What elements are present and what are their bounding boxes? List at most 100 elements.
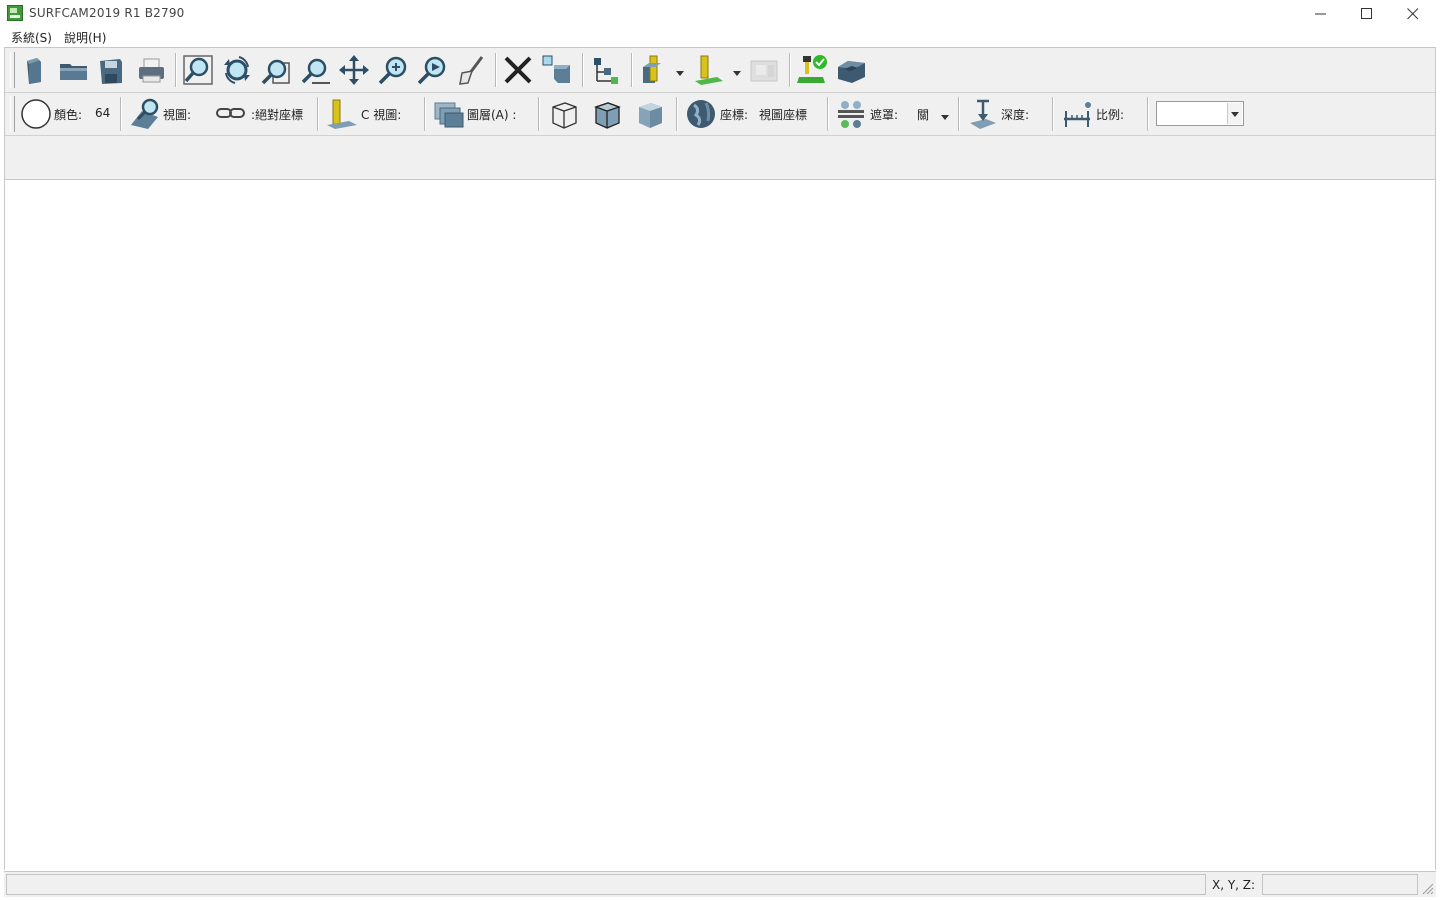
chain-link-icon[interactable]: [216, 106, 248, 120]
chevron-down-icon[interactable]: [675, 66, 685, 76]
tree-button[interactable]: [589, 53, 623, 87]
print-button[interactable]: [134, 53, 168, 87]
zoom-window-button[interactable]: [259, 53, 293, 87]
close-icon: [1407, 8, 1419, 20]
zoom-in-icon: [378, 56, 407, 85]
maximize-button[interactable]: [1344, 0, 1390, 27]
minimize-icon: [1315, 13, 1326, 15]
move-object-button[interactable]: [540, 53, 574, 87]
layer-label: 圖層(A) :: [467, 108, 517, 122]
view-label: 視圖:: [163, 108, 192, 122]
simulate-button[interactable]: [834, 53, 868, 87]
chevron-down-icon[interactable]: [940, 110, 950, 120]
toolbar-separator: [827, 97, 829, 131]
toolbar-separator: [1147, 97, 1149, 131]
delete-button[interactable]: [501, 53, 535, 87]
toolbar-separator: [120, 97, 122, 131]
zoom-dynamic-button[interactable]: [415, 53, 449, 87]
toolbar-divider: [5, 135, 1435, 136]
solid-cube-icon: [639, 103, 662, 128]
tool-plane-dropdown-icon: [695, 55, 723, 85]
menu-system[interactable]: 系統(S): [11, 29, 52, 46]
layer-icon: [434, 102, 464, 128]
zoom-in-button[interactable]: [376, 53, 410, 87]
scale-button[interactable]: [1060, 97, 1094, 131]
open-folder-button[interactable]: [56, 53, 90, 87]
toolbar-grip[interactable]: [10, 96, 15, 132]
verify-button[interactable]: [795, 53, 829, 87]
coord-readout-pane: [1262, 874, 1418, 895]
pan-button[interactable]: [337, 53, 371, 87]
minimize-button[interactable]: [1298, 0, 1344, 27]
view-button[interactable]: [128, 97, 162, 131]
new-file-button[interactable]: [17, 53, 51, 87]
toolbar-separator: [317, 97, 319, 131]
depth-button[interactable]: [966, 97, 1000, 131]
save-icon: [100, 59, 122, 84]
scale-combo-button[interactable]: [1227, 103, 1242, 124]
ruler-icon: [1064, 102, 1091, 127]
zoom-fit-button[interactable]: [181, 53, 215, 87]
zoom-out-button[interactable]: [298, 53, 332, 87]
delete-icon: [504, 56, 532, 84]
verify-icon: [797, 55, 827, 83]
zoom-rotate-icon: [224, 56, 250, 84]
toolbar-grip[interactable]: [10, 52, 15, 88]
layer-button[interactable]: [432, 97, 466, 131]
machine-button[interactable]: [747, 53, 781, 87]
move-object-icon: [542, 55, 570, 83]
brush-button[interactable]: [454, 53, 488, 87]
window-title: SURFCAM2019 R1 B2790: [29, 6, 185, 20]
tool-dropdown-button[interactable]: [637, 53, 671, 87]
color-value: 64: [95, 106, 111, 120]
graphics-canvas[interactable]: [4, 180, 1436, 870]
status-bar: X, Y, Z:: [4, 871, 1436, 897]
mask-filter-icon: [838, 101, 864, 128]
depth-icon: [970, 99, 996, 129]
color-swatch[interactable]: [20, 98, 52, 130]
toolbar-separator: [1052, 97, 1054, 131]
zoom-dynamic-icon: [417, 56, 446, 85]
zoom-rotate-button[interactable]: [220, 53, 254, 87]
close-button[interactable]: [1390, 0, 1436, 27]
simulate-icon: [838, 61, 865, 83]
toolbar-area: 顏色: 64 視圖: :絕對座標 C 視圖: 圖層(A) : 座標: 視圖座標 …: [4, 47, 1436, 180]
scale-combo[interactable]: [1156, 101, 1244, 126]
toolbar-divider: [5, 92, 1435, 93]
zoom-window-icon: [261, 59, 290, 85]
cview-icon: [327, 99, 357, 129]
menu-help[interactable]: 說明(H): [64, 29, 106, 46]
shaded-edges-button[interactable]: [590, 97, 624, 131]
open-folder-icon: [60, 64, 87, 80]
machine-icon: [750, 60, 778, 82]
zoom-out-icon: [301, 58, 330, 84]
shaded-cube-icon: [594, 102, 621, 129]
brush-icon: [459, 56, 484, 85]
toolbar-separator: [538, 97, 540, 131]
tree-icon: [594, 58, 618, 84]
chevron-down-icon[interactable]: [732, 66, 742, 76]
wireframe-button[interactable]: [547, 97, 581, 131]
mask-label: 遮罩:: [870, 108, 899, 122]
shaded-button[interactable]: [633, 97, 667, 131]
new-file-icon: [27, 58, 41, 84]
wireframe-cube-icon: [552, 102, 577, 129]
color-circle-icon: [21, 99, 51, 129]
globe-icon: [687, 100, 715, 128]
resize-grip-icon[interactable]: [1422, 883, 1434, 895]
save-button[interactable]: [94, 53, 128, 87]
scale-label: 比例:: [1096, 108, 1125, 122]
tool-plane-dropdown-button[interactable]: [692, 53, 726, 87]
coord-label: 座標:: [720, 108, 749, 122]
cview-label: C 視圖:: [361, 108, 402, 122]
mask-value[interactable]: 關: [917, 106, 929, 123]
toolbar-separator: [958, 97, 960, 131]
pan-icon: [339, 55, 369, 85]
mask-button[interactable]: [834, 97, 868, 131]
coord-readout-label: X, Y, Z:: [1212, 878, 1256, 892]
print-icon: [139, 58, 164, 83]
coord-system-button[interactable]: [684, 97, 718, 131]
title-bar: SURFCAM2019 R1 B2790: [0, 0, 1440, 27]
cview-button[interactable]: [325, 97, 359, 131]
coord-mode-value: :絕對座標: [251, 108, 304, 122]
